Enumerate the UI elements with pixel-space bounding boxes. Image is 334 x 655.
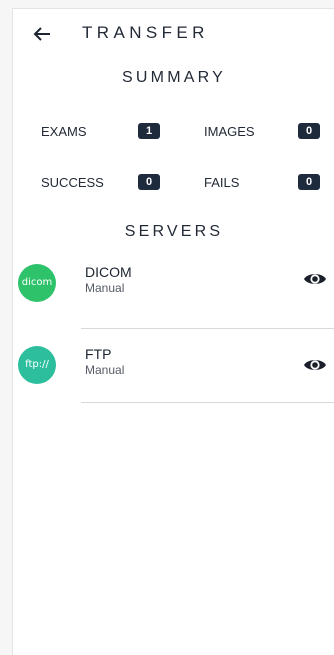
eye-icon [304, 360, 326, 370]
server-row-dicom[interactable]: dicom DICOM Manual [13, 247, 334, 319]
fails-label: FAILS [204, 175, 240, 190]
header: TRANSFER [13, 19, 334, 49]
arrow-left-icon [33, 27, 50, 41]
exams-label: EXAMS [41, 124, 87, 139]
exams-count-badge: 1 [138, 123, 160, 139]
page-title: TRANSFER [82, 23, 209, 42]
server-mode: Manual [85, 281, 125, 295]
view-server-button[interactable] [303, 353, 327, 377]
success-label: SUCCESS [41, 175, 104, 190]
server-row-ftp[interactable]: ftp:// FTP Manual [13, 329, 334, 401]
success-count-badge: 0 [138, 174, 160, 190]
images-count-badge: 0 [298, 123, 320, 139]
divider [81, 402, 334, 403]
server-name: FTP [85, 346, 112, 362]
back-button[interactable] [29, 21, 55, 47]
servers-title: SERVERS [124, 223, 224, 240]
view-server-button[interactable] [303, 267, 327, 291]
server-name: DICOM [85, 264, 132, 280]
transfer-panel: TRANSFER SUMMARY EXAMS 1 IMAGES 0 SUCCES… [12, 8, 334, 655]
server-avatar: dicom [18, 264, 56, 302]
eye-icon [304, 274, 326, 284]
server-mode: Manual [85, 363, 125, 377]
images-label: IMAGES [204, 124, 255, 139]
summary-title: SUMMARY [122, 69, 226, 86]
fails-count-badge: 0 [298, 174, 320, 190]
server-avatar: ftp:// [18, 346, 56, 384]
